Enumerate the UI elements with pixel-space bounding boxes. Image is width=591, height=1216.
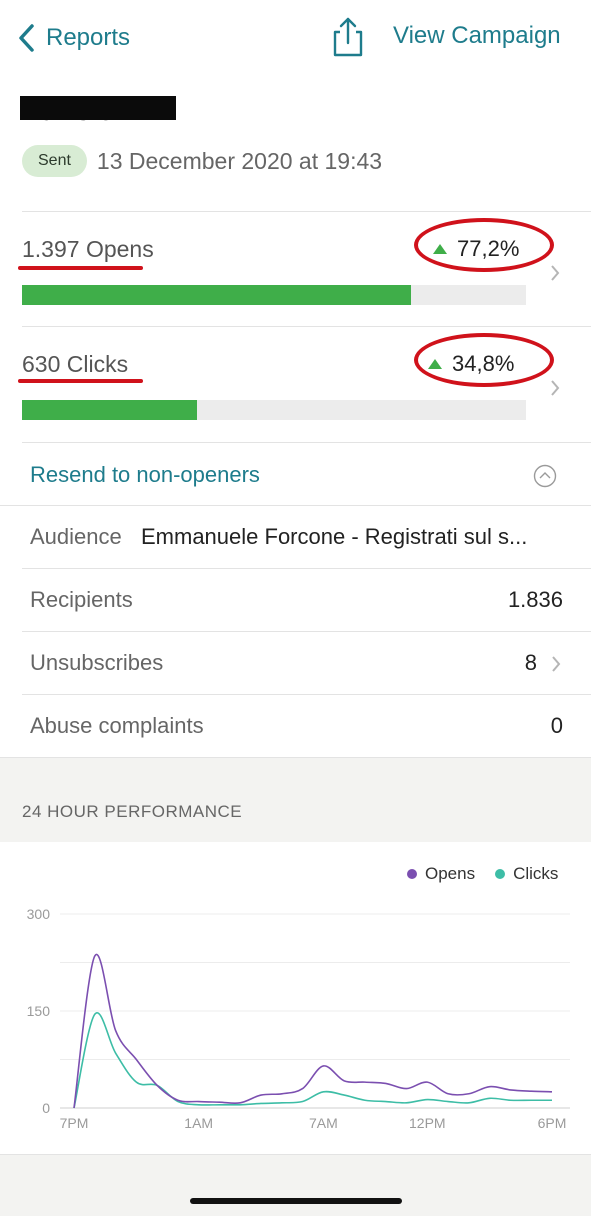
clicks-percent-value: 34,8%: [452, 351, 515, 376]
x-tick-label: 12PM: [409, 1115, 446, 1131]
sent-date: 13 December 2020 at 19:43: [96, 147, 383, 174]
x-tick-label: 7PM: [60, 1115, 89, 1131]
clicks-series-line: [73, 1012, 552, 1109]
opens-annotation-underline: [18, 266, 143, 270]
recipients-value: 1.836: [507, 587, 563, 612]
clicks-progress-fill: [22, 400, 198, 420]
divider: [22, 442, 591, 443]
opens-label: 1.397 Opens: [22, 236, 154, 262]
chevron-right-icon: [552, 656, 561, 672]
unsubscribes-value: 8: [524, 650, 537, 675]
sent-info-row: Sent 13 December 2020 at 19:43: [22, 144, 382, 178]
clicks-label: 630 Clicks: [22, 351, 129, 377]
section-background: [0, 757, 591, 842]
status-badge: Sent: [22, 145, 87, 177]
performance-section-title: 24 HOUR PERFORMANCE: [22, 802, 243, 821]
clicks-percent: 34,8%: [428, 351, 514, 377]
top-nav-bar: Reports View Campaign: [0, 0, 591, 80]
clicks-progress-bar: [22, 400, 526, 420]
y-tick-label: 150: [27, 1003, 51, 1019]
view-campaign-button[interactable]: View Campaign: [393, 22, 561, 50]
line-chart-svg: 300 150 0 7PM 1AM 7AM 12PM 6PM: [27, 906, 570, 1131]
audience-label: Audience: [30, 524, 122, 549]
chevron-right-icon: [551, 380, 560, 396]
opens-percent-value: 77,2%: [457, 236, 520, 261]
opens-progress-bar: [22, 285, 526, 305]
triangle-up-icon: [428, 359, 442, 369]
x-tick-label: 6PM: [538, 1115, 567, 1131]
share-icon[interactable]: [330, 16, 366, 58]
recipients-label: Recipients: [30, 587, 133, 612]
y-tick-label: 0: [42, 1100, 50, 1116]
chevron-right-icon: [551, 265, 560, 281]
redaction-bar: [20, 96, 176, 120]
triangle-up-icon: [433, 244, 447, 254]
chevron-up-circle-icon[interactable]: [533, 464, 557, 488]
x-tick-label: 7AM: [309, 1115, 338, 1131]
opens-metric-row[interactable]: 1.397 Opens 77,2%: [0, 212, 591, 326]
resend-to-non-openers-button[interactable]: Resend to non-openers: [30, 462, 260, 488]
back-button[interactable]: Reports: [16, 18, 130, 58]
abuse-complaints-row: Abuse complaints 0: [0, 695, 591, 757]
divider: [0, 1154, 591, 1155]
divider: [0, 757, 591, 758]
campaign-title: Lancio I: [20, 96, 178, 126]
audience-value: Emmanuele Forcone - Registrati sul s...: [141, 524, 528, 549]
home-indicator: [190, 1198, 402, 1204]
abuse-complaints-value: 0: [550, 713, 563, 738]
clicks-metric-row[interactable]: 630 Clicks 34,8%: [0, 327, 591, 441]
opens-percent: 77,2%: [433, 236, 519, 262]
chevron-left-icon: [19, 24, 34, 52]
back-label: Reports: [46, 24, 131, 51]
unsubscribes-row[interactable]: Unsubscribes 8: [0, 632, 591, 694]
opens-progress-fill: [22, 285, 412, 305]
clicks-annotation-underline: [18, 379, 143, 383]
unsubscribes-label: Unsubscribes: [30, 650, 164, 675]
abuse-complaints-label: Abuse complaints: [30, 713, 204, 738]
y-tick-label: 300: [27, 906, 51, 922]
recipients-row: Recipients 1.836: [0, 569, 591, 631]
x-tick-label: 1AM: [184, 1115, 213, 1131]
audience-row: Audience Emmanuele Forcone - Registrati …: [0, 506, 591, 568]
bottom-band: [0, 1154, 591, 1216]
performance-chart: Opens Clicks 300 150 0 7PM 1AM 7AM 12PM 6PM: [0, 842, 591, 1154]
